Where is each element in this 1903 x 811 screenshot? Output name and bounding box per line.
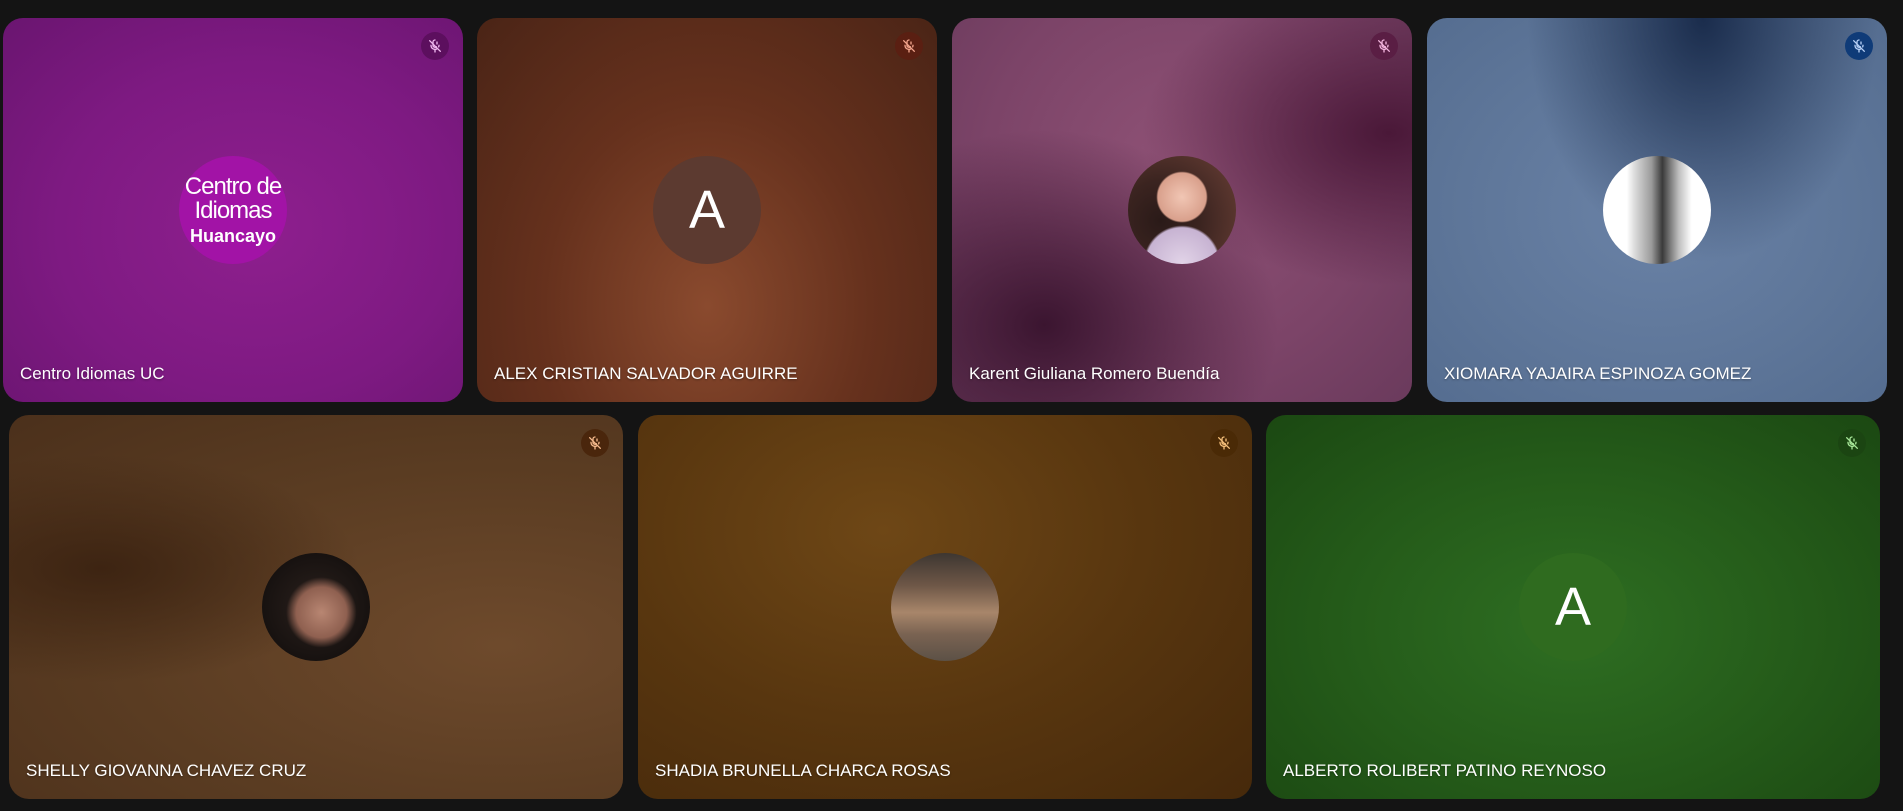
participant-avatar-letter: A	[1519, 553, 1627, 661]
participant-avatar-photo	[1603, 156, 1711, 264]
participant-tile[interactable]: Karent Giuliana Romero Buendía	[952, 18, 1412, 402]
mic-off-icon	[1845, 32, 1873, 60]
participant-name: SHELLY GIOVANNA CHAVEZ CRUZ	[26, 761, 307, 780]
mic-off-icon	[895, 32, 923, 60]
participant-tile[interactable]: A ALBERTO ROLIBERT PATINO REYNOSO	[1266, 415, 1880, 799]
participant-tile[interactable]: SHELLY GIOVANNA CHAVEZ CRUZ	[9, 415, 623, 799]
logo-text-line: Centro de	[184, 173, 282, 200]
avatar-initial: A	[688, 180, 726, 240]
participant-tile[interactable]: XIOMARA YAJAIRA ESPINOZA GOMEZ	[1427, 18, 1887, 402]
participant-name: Karent Giuliana Romero Buendía	[969, 364, 1220, 383]
mic-off-icon	[581, 429, 609, 457]
participant-name: ALBERTO ROLIBERT PATINO REYNOSO	[1283, 761, 1607, 780]
participant-name: ALEX CRISTIAN SALVADOR AGUIRRE	[494, 364, 798, 383]
participant-avatar-photo	[1128, 156, 1236, 264]
mic-off-icon	[1838, 429, 1866, 457]
mic-off-icon	[1210, 429, 1238, 457]
logo-text-line: Idiomas	[194, 197, 272, 224]
avatar-initial: A	[1554, 577, 1592, 637]
mic-off-icon	[421, 32, 449, 60]
participant-tile[interactable]: Centro de Idiomas Huancayo Centro Idioma…	[3, 18, 463, 402]
participant-avatar-photo	[262, 553, 370, 661]
participant-name: XIOMARA YAJAIRA ESPINOZA GOMEZ	[1444, 364, 1752, 383]
participant-avatar-logo: Centro de Idiomas Huancayo	[179, 156, 287, 264]
mic-off-icon	[1370, 32, 1398, 60]
participant-name: SHADIA BRUNELLA CHARCA ROSAS	[655, 761, 951, 780]
participant-avatar-letter: A	[653, 156, 761, 264]
participant-name: Centro Idiomas UC	[20, 364, 165, 383]
logo-text-line: Huancayo	[189, 226, 277, 246]
participant-avatar-photo	[891, 553, 999, 661]
participant-tile[interactable]: SHADIA BRUNELLA CHARCA ROSAS	[638, 415, 1252, 799]
participant-tile[interactable]: A ALEX CRISTIAN SALVADOR AGUIRRE	[477, 18, 937, 402]
